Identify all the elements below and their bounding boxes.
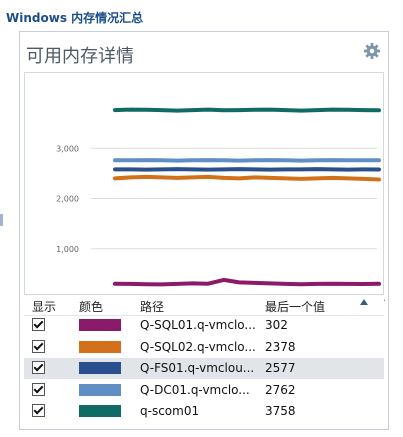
- color-swatch: [79, 405, 121, 417]
- row-last-value: 2762: [265, 383, 296, 397]
- row-last-value: 2378: [265, 340, 296, 354]
- color-swatch: [79, 319, 121, 331]
- chart-svg: 1,0002,0003,00018:000:006:0012:0018:00: [56, 107, 385, 301]
- legend-table-header: 显示 颜色 路径 最后一个值: [24, 294, 384, 316]
- show-checkbox[interactable]: [32, 361, 45, 374]
- header-last-value[interactable]: 最后一个值: [265, 298, 325, 315]
- gear-icon[interactable]: [363, 42, 381, 60]
- color-swatch: [79, 362, 121, 374]
- series-line: [113, 277, 381, 287]
- row-last-value: 3758: [265, 404, 296, 418]
- table-row[interactable]: q-scom01 3758: [24, 401, 384, 422]
- show-checkbox[interactable]: [32, 383, 45, 396]
- header-path[interactable]: 路径: [140, 298, 164, 315]
- table-row[interactable]: Q-SQL02.q-vmclo... 2378: [24, 337, 384, 358]
- window-title: Windows 内存情况汇总: [6, 11, 144, 25]
- color-swatch: [79, 384, 121, 396]
- row-last-value: 2577: [265, 361, 296, 375]
- y-tick-label: 1,000: [56, 245, 79, 254]
- color-swatch: [79, 341, 121, 353]
- row-path: Q-DC01.q-vmclo...: [140, 383, 250, 397]
- y-tick-label: 2,000: [56, 195, 79, 204]
- table-row[interactable]: Q-DC01.q-vmclo... 2762: [24, 380, 384, 401]
- table-row[interactable]: Q-FS01.q-vmclou... 2577: [24, 358, 384, 379]
- card-title: 可用内存详情: [26, 46, 134, 67]
- row-path: Q-FS01.q-vmclou...: [140, 361, 255, 375]
- series-line: [113, 174, 381, 182]
- show-checkbox[interactable]: [32, 404, 45, 417]
- series-line: [113, 107, 381, 113]
- table-row[interactable]: Q-SQL01.q-vmclo... 302: [24, 315, 384, 336]
- header-color[interactable]: 颜色: [79, 298, 103, 315]
- series-line: [113, 167, 381, 172]
- show-checkbox[interactable]: [32, 318, 45, 331]
- row-path: q-scom01: [140, 404, 200, 418]
- memory-chart: 1,0002,0003,00018:000:006:0012:0018:00: [24, 72, 385, 301]
- sort-ascending-icon[interactable]: [360, 299, 368, 305]
- y-tick-label: 3,000: [56, 144, 79, 153]
- series-line: [113, 158, 381, 163]
- memory-detail-card: 可用内存详情 1,0002,0003,00018:000:006:0012:00…: [19, 31, 389, 430]
- header-show[interactable]: 显示: [32, 298, 56, 315]
- row-path: Q-SQL02.q-vmclo...: [140, 340, 256, 354]
- row-last-value: 302: [265, 318, 288, 332]
- panel-resize-handle[interactable]: [0, 214, 3, 226]
- show-checkbox[interactable]: [32, 340, 45, 353]
- row-path: Q-SQL01.q-vmclo...: [140, 318, 256, 332]
